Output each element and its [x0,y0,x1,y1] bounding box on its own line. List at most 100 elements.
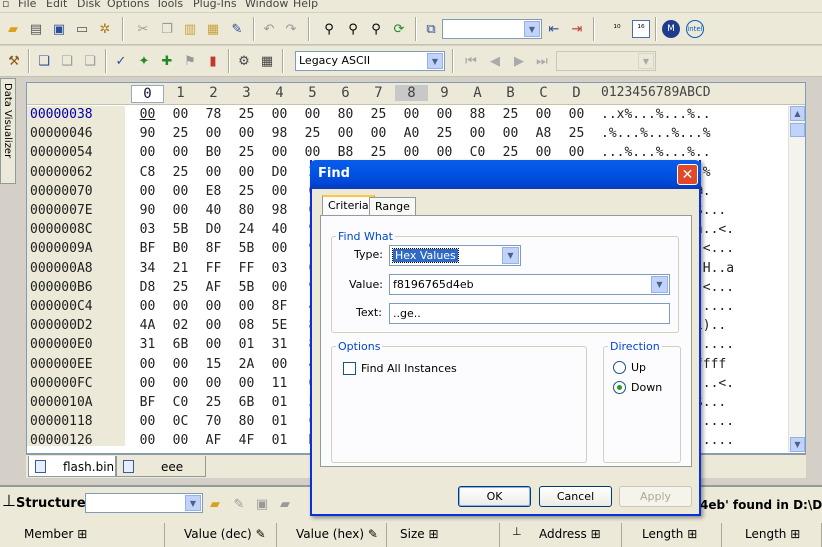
up-radio[interactable] [613,361,626,374]
last-page-icon[interactable]: ⏭ [533,52,551,70]
col-member[interactable]: Member ⊞ [0,523,165,547]
hex-byte[interactable]: A0 [395,126,428,141]
structures-combo[interactable]: ▼ [85,493,203,513]
hex-byte[interactable]: 00 [197,299,230,314]
hex-byte[interactable]: 25 [362,145,395,160]
hex-byte[interactable]: 00 [230,299,263,314]
hex-byte[interactable]: 00 [560,107,593,122]
hex-byte[interactable]: 25 [164,165,197,180]
filter-icon[interactable]: ⊞ [428,527,438,541]
hex-byte[interactable]: 00 [197,376,230,391]
col-address[interactable]: Address ⊞ [527,523,622,547]
redo-icon[interactable]: ↷ [282,20,300,38]
hex-byte[interactable]: 4F [230,433,263,448]
vertical-scrollbar[interactable]: ▲ ▼ [788,106,805,452]
hex-byte[interactable]: D8 [131,280,164,295]
hex-byte[interactable]: 80 [230,414,263,429]
properties-icon[interactable]: ✲ [96,20,114,38]
hex-byte[interactable]: BF [131,241,164,256]
hex-byte[interactable]: 00 [263,241,296,256]
hex-byte[interactable]: 00 [263,357,296,372]
save-icon[interactable]: ▣ [50,20,68,38]
hex-byte[interactable]: 00 [296,145,329,160]
hex-byte[interactable]: 21 [164,261,197,276]
menu-options[interactable]: Options [107,0,149,10]
hex-byte[interactable]: 88 [461,107,494,122]
hex-byte[interactable]: 00 [395,145,428,160]
hex-byte[interactable]: 5B [164,222,197,237]
hex-byte[interactable]: 00 [428,107,461,122]
filter-icon[interactable]: ⊞ [790,527,800,541]
col-size[interactable]: Size ⊞ [387,523,500,547]
hex-byte[interactable]: 5B [230,280,263,295]
hex-byte[interactable]: C8 [131,165,164,180]
col-value-hex[interactable]: Value (hex) ✎ [277,523,387,547]
hex-byte[interactable]: 90 [131,203,164,218]
next-page-icon[interactable]: ▶ [510,52,528,70]
hex-byte[interactable]: 5B [230,241,263,256]
filter-icon[interactable]: ⊞ [77,527,87,541]
hex-byte[interactable]: 00 [131,299,164,314]
chevron-down-icon[interactable]: ▼ [524,21,540,37]
menu-tools[interactable]: Tools [156,0,183,10]
menu-file[interactable]: File [18,0,36,10]
script-icon[interactable]: ✦ [135,52,153,70]
open-drive-icon[interactable]: ▤ [27,20,45,38]
hex-byte[interactable]: 00 [164,107,197,122]
hex-byte[interactable]: 00 [131,145,164,160]
dialog-titlebar[interactable]: Find ✕ [310,160,701,189]
type-select[interactable]: Hex Values ▼ [389,245,521,266]
value-combo[interactable]: f8196765d4eb ▼ [389,274,670,295]
hex-byte[interactable]: FF [197,261,230,276]
menu-plugins[interactable]: Plug-Ins [193,0,237,10]
hex-byte[interactable]: 00 [527,107,560,122]
hex-byte[interactable]: 00 [131,184,164,199]
close-icon[interactable]: ✕ [677,164,698,185]
goto-combo[interactable]: ▼ [442,19,542,39]
hex-byte[interactable]: 80 [230,203,263,218]
pin-icon[interactable]: ⊥ [2,491,16,510]
settings-icon[interactable]: ⚙ [235,52,253,70]
folder-icon[interactable]: ▰ [276,495,294,513]
print-icon[interactable]: ▭ [73,20,91,38]
hex-byte[interactable]: 31 [131,337,164,352]
prev-page-icon[interactable]: ◀ [486,52,504,70]
hex-byte[interactable]: 6B [230,395,263,410]
hex-byte[interactable]: 00 [131,433,164,448]
menu-edit[interactable]: Edit [46,0,67,10]
pencil-icon[interactable]: ✎ [368,527,378,541]
base-10-icon[interactable]: ¹⁰ [608,20,626,38]
hex-byte[interactable]: 25 [164,280,197,295]
hex-byte[interactable]: 4A [131,318,164,333]
hex-byte[interactable]: 25 [560,126,593,141]
paste-icon[interactable]: ▥ [181,20,199,38]
tab-criteria[interactable]: Criteria [322,195,375,217]
hex-byte[interactable]: 00 [230,126,263,141]
hex-byte[interactable]: 00 [131,414,164,429]
chevron-down-icon[interactable]: ▼ [651,276,668,293]
hex-byte[interactable]: 6B [164,337,197,352]
hex-byte[interactable]: 00 [263,280,296,295]
pencil-icon[interactable]: ✎ [256,527,266,541]
hex-byte[interactable]: 00 [230,376,263,391]
edit-icon[interactable]: ✎ [228,20,246,38]
chevron-down-icon[interactable]: ▼ [185,495,201,511]
hex-byte[interactable]: A8 [527,126,560,141]
hex-byte[interactable]: 00 [197,126,230,141]
hex-byte[interactable]: 00 [230,165,263,180]
hex-byte[interactable]: 00 [494,126,527,141]
hex-byte[interactable]: 78 [197,107,230,122]
hex-byte[interactable]: 00 [164,376,197,391]
open-folder-icon[interactable]: ▰ [4,20,22,38]
hex-byte[interactable]: 8F [263,299,296,314]
ascii-text[interactable]: .%...%...%...% [601,126,711,141]
hex-byte[interactable]: 25 [230,145,263,160]
goto-next-icon[interactable]: ⇥ [568,20,586,38]
hex-byte[interactable]: 34 [131,261,164,276]
hex-byte[interactable]: 00 [197,165,230,180]
hex-byte[interactable]: 25 [428,126,461,141]
hex-byte[interactable]: 00 [131,376,164,391]
motorola-icon[interactable]: M [662,20,680,38]
hex-byte[interactable]: 00 [164,145,197,160]
hex-byte[interactable]: 15 [197,357,230,372]
